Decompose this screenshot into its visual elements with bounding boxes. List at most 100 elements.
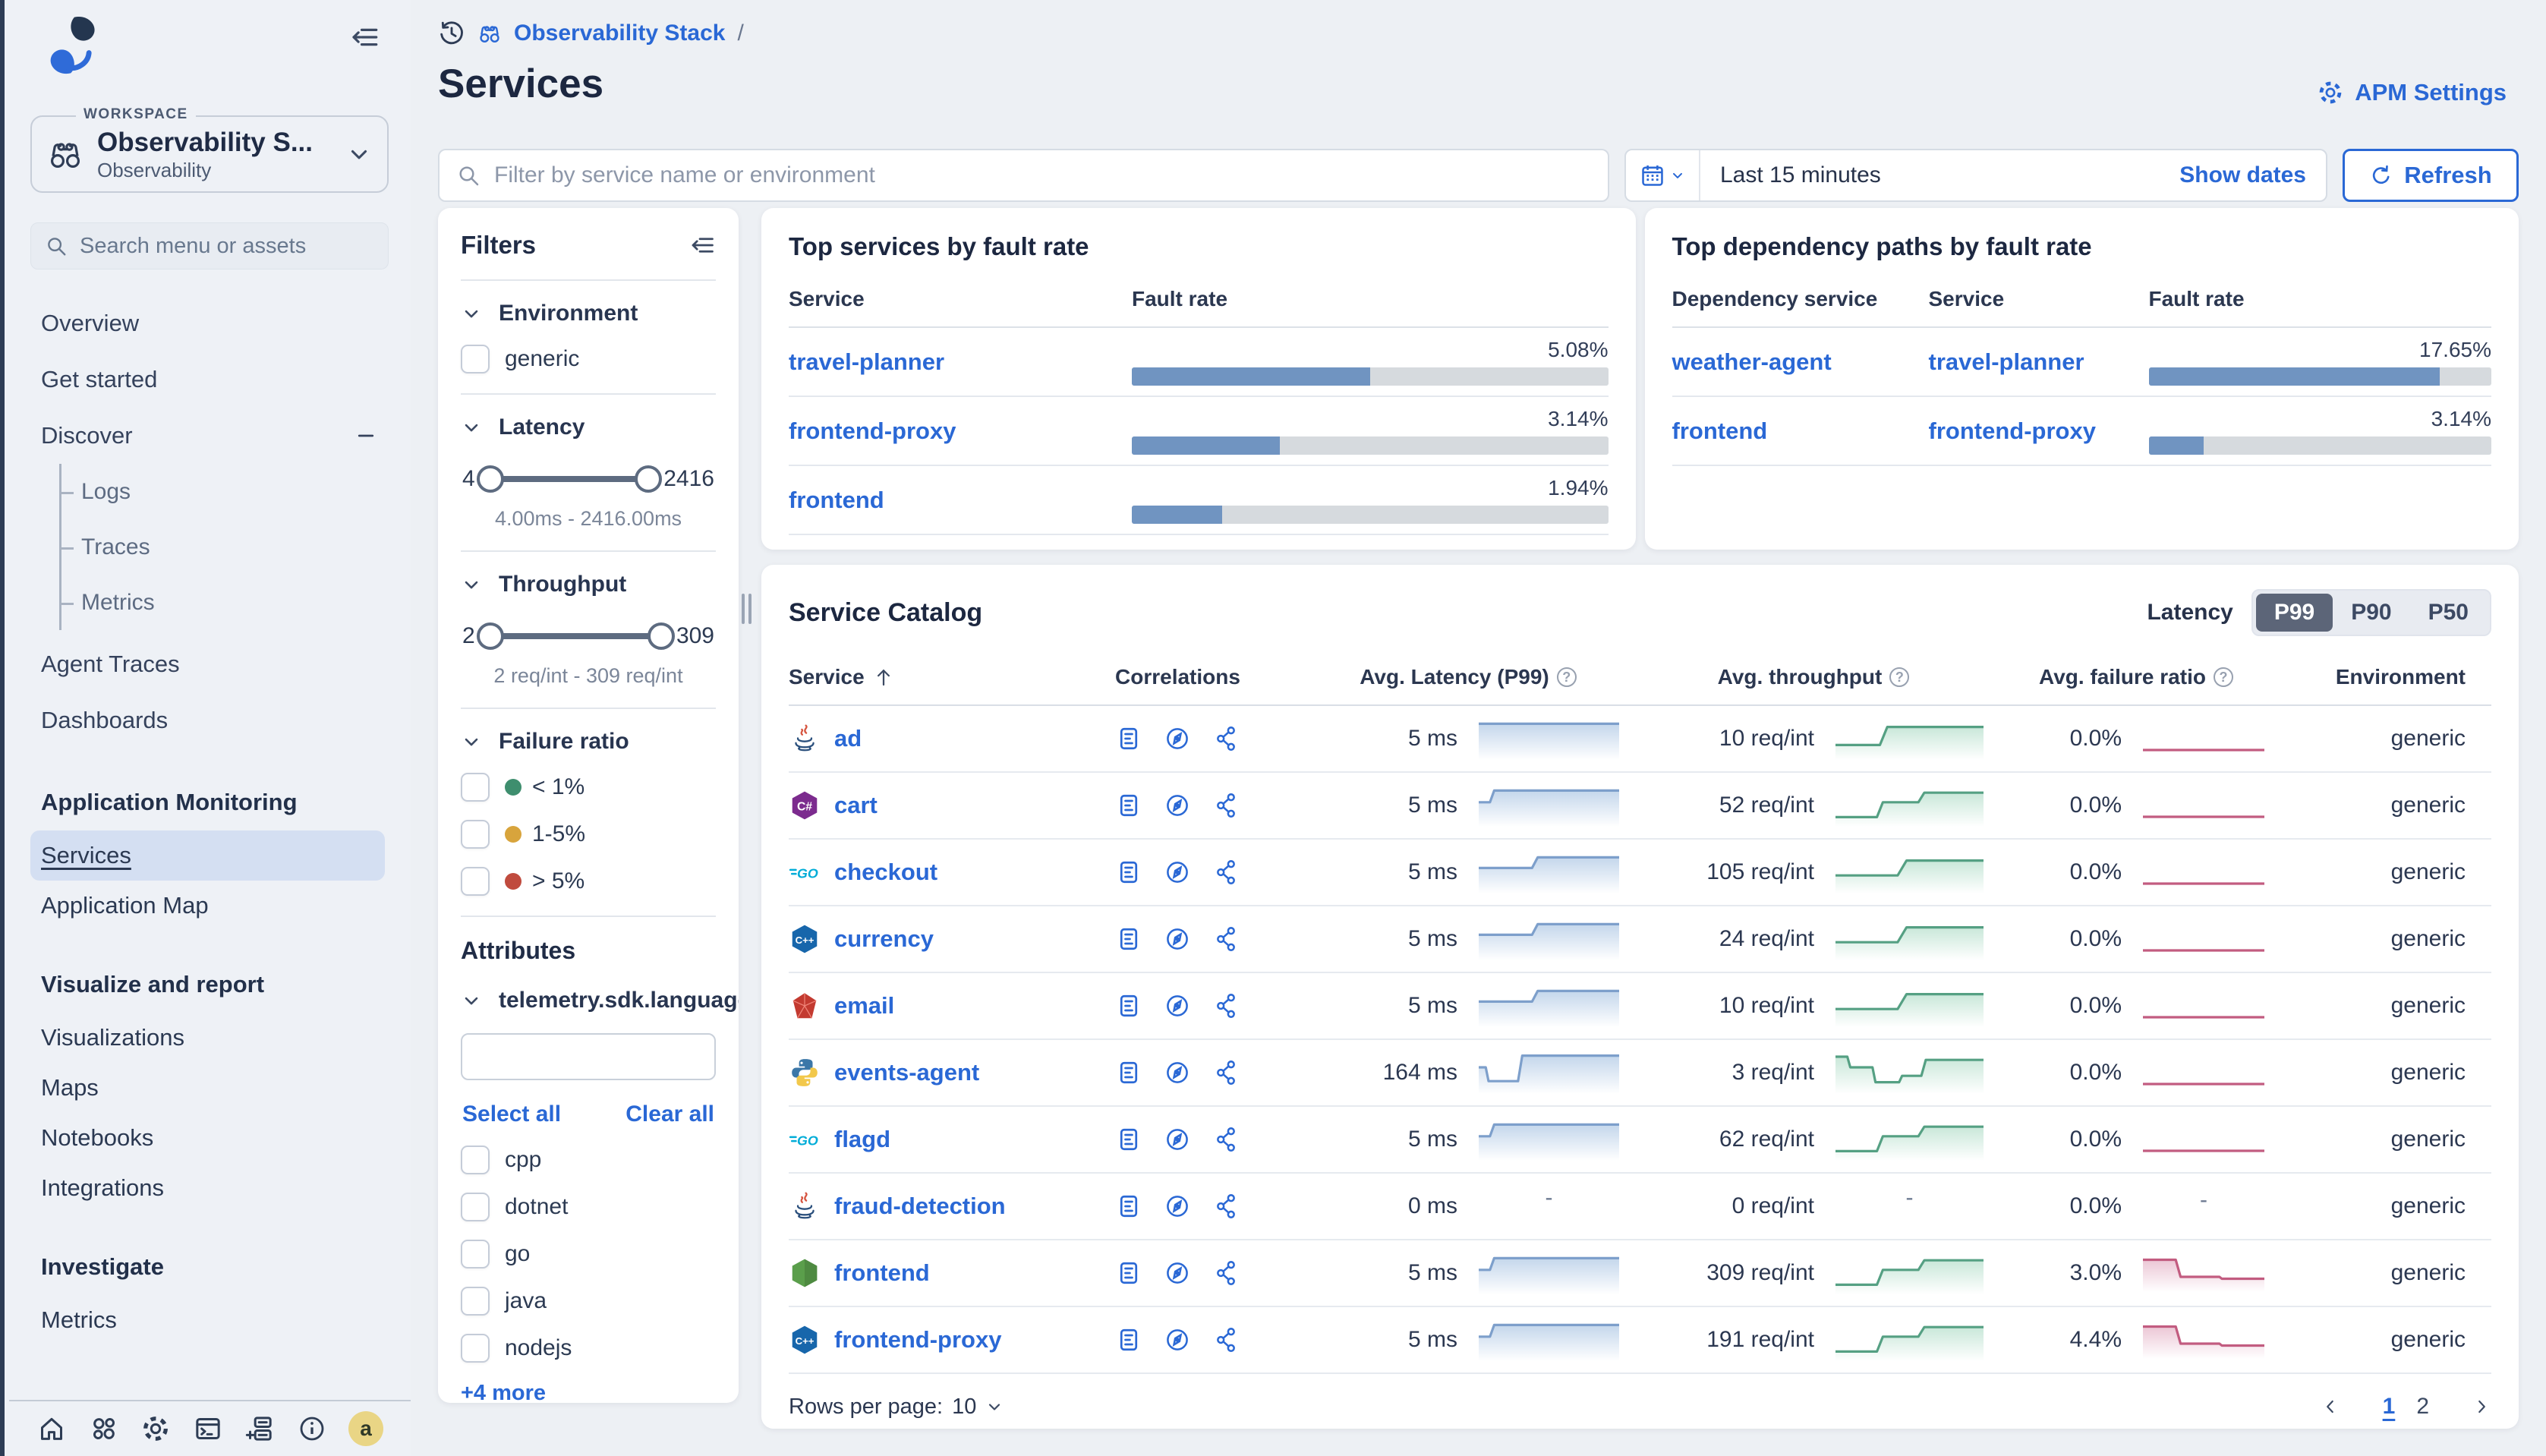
service-filter-input[interactable] bbox=[438, 149, 1609, 202]
explore-correlation-icon[interactable] bbox=[1164, 859, 1191, 886]
language-option-cpp[interactable]: cpp bbox=[461, 1146, 716, 1174]
latency-slider-handle-min[interactable] bbox=[477, 465, 504, 493]
service-link[interactable]: email bbox=[834, 992, 894, 1020]
breadcrumb-workspace-link[interactable]: Observability Stack bbox=[514, 20, 725, 46]
trace-correlation-icon[interactable] bbox=[1212, 1193, 1240, 1220]
sidebar-item-overview[interactable]: Overview bbox=[5, 295, 411, 351]
explore-correlation-icon[interactable] bbox=[1164, 1259, 1191, 1287]
rows-per-page-control[interactable]: Rows per page: 10 bbox=[789, 1395, 1004, 1420]
apps-grid-icon[interactable] bbox=[89, 1413, 119, 1444]
service-link[interactable]: travel-planner bbox=[789, 348, 944, 375]
column-header-latency[interactable]: Avg. Latency (P99)? bbox=[1305, 665, 1631, 689]
logs-correlation-icon[interactable] bbox=[1115, 992, 1142, 1020]
trace-correlation-icon[interactable] bbox=[1212, 1326, 1240, 1354]
sidebar-subitem-traces[interactable]: Traces bbox=[61, 519, 411, 575]
checkbox[interactable] bbox=[461, 1334, 490, 1363]
failure-ratio-option--5-[interactable]: > 5% bbox=[461, 867, 716, 896]
explore-correlation-icon[interactable] bbox=[1164, 1059, 1191, 1086]
clear-all-link[interactable]: Clear all bbox=[625, 1101, 714, 1127]
service-link[interactable]: fraud-detection bbox=[834, 1193, 1006, 1220]
explore-correlation-icon[interactable] bbox=[1164, 925, 1191, 953]
service-link[interactable]: frontend-proxy bbox=[834, 1326, 1001, 1354]
throughput-slider-handle-max[interactable] bbox=[648, 622, 675, 650]
throughput-section-header[interactable]: Throughput bbox=[461, 572, 716, 597]
next-page-icon[interactable] bbox=[2472, 1397, 2491, 1417]
sidebar-search-input[interactable] bbox=[78, 233, 374, 260]
service-link[interactable]: ad bbox=[834, 725, 862, 752]
trace-correlation-icon[interactable] bbox=[1212, 859, 1240, 886]
sidebar-item-notebooks[interactable]: Notebooks bbox=[30, 1113, 385, 1163]
failure-ratio-option-1-5-[interactable]: 1-5% bbox=[461, 820, 716, 849]
checkbox[interactable] bbox=[461, 1193, 490, 1221]
checkbox[interactable] bbox=[461, 1287, 490, 1316]
service-link[interactable]: frontend-proxy bbox=[1929, 418, 2096, 444]
explore-correlation-icon[interactable] bbox=[1164, 992, 1191, 1020]
explore-correlation-icon[interactable] bbox=[1164, 1126, 1191, 1153]
trace-correlation-icon[interactable] bbox=[1212, 1259, 1240, 1287]
refresh-button[interactable]: Refresh bbox=[2343, 149, 2519, 202]
column-header-environment[interactable]: Environment bbox=[2277, 665, 2491, 689]
checkbox[interactable] bbox=[461, 345, 490, 373]
page-number-1[interactable]: 1 bbox=[2383, 1394, 2396, 1419]
terminal-icon[interactable] bbox=[193, 1413, 223, 1444]
service-link[interactable]: events-agent bbox=[834, 1059, 979, 1086]
latency-slider-handle-max[interactable] bbox=[635, 465, 662, 493]
more-attributes-link[interactable]: +4 more bbox=[461, 1381, 716, 1403]
service-link[interactable]: flagd bbox=[834, 1126, 890, 1153]
service-link[interactable]: frontend bbox=[789, 487, 884, 513]
trace-correlation-icon[interactable] bbox=[1212, 1126, 1240, 1153]
attribute-group-header[interactable]: telemetry.sdk.language bbox=[461, 988, 716, 1013]
logs-correlation-icon[interactable] bbox=[1115, 1193, 1142, 1220]
language-option-nodejs[interactable]: nodejs bbox=[461, 1334, 716, 1363]
sidebar-item-dashboards[interactable]: Dashboards bbox=[5, 692, 411, 748]
add-panel-icon[interactable] bbox=[244, 1413, 275, 1444]
checkbox[interactable] bbox=[461, 1146, 490, 1174]
throughput-slider-track[interactable] bbox=[490, 633, 661, 639]
attribute-search-input[interactable] bbox=[474, 1044, 739, 1070]
latency-section-header[interactable]: Latency bbox=[461, 414, 716, 440]
latency-option-p90[interactable]: P90 bbox=[2333, 594, 2409, 632]
logs-correlation-icon[interactable] bbox=[1115, 925, 1142, 953]
dependency-service-link[interactable]: weather-agent bbox=[1672, 348, 1832, 375]
sidebar-subitem-logs[interactable]: Logs bbox=[61, 464, 411, 519]
latency-slider-track[interactable] bbox=[490, 476, 649, 482]
latency-option-p50[interactable]: P50 bbox=[2410, 594, 2487, 632]
sidebar-item-maps[interactable]: Maps bbox=[30, 1063, 385, 1113]
sidebar-collapse-icon[interactable] bbox=[348, 21, 380, 53]
workspace-selector[interactable]: WORKSPACE Observability S... Observabili… bbox=[30, 115, 389, 193]
failure-ratio-option--1-[interactable]: < 1% bbox=[461, 773, 716, 802]
column-header-failure-ratio[interactable]: Avg. failure ratio? bbox=[1996, 665, 2277, 689]
gear-icon[interactable] bbox=[140, 1413, 171, 1444]
info-icon[interactable] bbox=[297, 1413, 327, 1444]
sidebar-item-integrations[interactable]: Integrations bbox=[30, 1163, 385, 1213]
panel-resize-handle[interactable] bbox=[742, 594, 755, 624]
checkbox[interactable] bbox=[461, 1240, 490, 1268]
service-link[interactable]: checkout bbox=[834, 859, 937, 886]
trace-correlation-icon[interactable] bbox=[1212, 725, 1240, 752]
sidebar-item-visualizations[interactable]: Visualizations bbox=[30, 1013, 385, 1063]
show-dates-button[interactable]: Show dates bbox=[2179, 162, 2326, 188]
apm-settings-button[interactable]: APM Settings bbox=[2317, 79, 2507, 106]
checkbox[interactable] bbox=[461, 820, 490, 849]
column-header-throughput[interactable]: Avg. throughput? bbox=[1631, 665, 1996, 689]
home-icon[interactable] bbox=[36, 1413, 67, 1444]
sidebar-item-get-started[interactable]: Get started bbox=[5, 351, 411, 408]
dependency-service-link[interactable]: frontend bbox=[1672, 418, 1768, 444]
trace-correlation-icon[interactable] bbox=[1212, 925, 1240, 953]
logs-correlation-icon[interactable] bbox=[1115, 1059, 1142, 1086]
service-link[interactable]: cart bbox=[834, 792, 878, 819]
filters-collapse-icon[interactable] bbox=[688, 232, 716, 259]
collapse-minus-icon[interactable] bbox=[354, 424, 377, 447]
explore-correlation-icon[interactable] bbox=[1164, 725, 1191, 752]
calendar-dropdown-button[interactable] bbox=[1626, 150, 1700, 200]
brand-logo-icon[interactable] bbox=[39, 11, 109, 80]
logs-correlation-icon[interactable] bbox=[1115, 725, 1142, 752]
attribute-search[interactable] bbox=[461, 1033, 716, 1080]
checkbox[interactable] bbox=[461, 773, 490, 802]
previous-page-icon[interactable] bbox=[2321, 1397, 2340, 1417]
trace-correlation-icon[interactable] bbox=[1212, 792, 1240, 819]
explore-correlation-icon[interactable] bbox=[1164, 792, 1191, 819]
user-avatar[interactable]: a bbox=[348, 1411, 383, 1446]
language-option-go[interactable]: go bbox=[461, 1240, 716, 1268]
page-number-2[interactable]: 2 bbox=[2416, 1394, 2429, 1419]
